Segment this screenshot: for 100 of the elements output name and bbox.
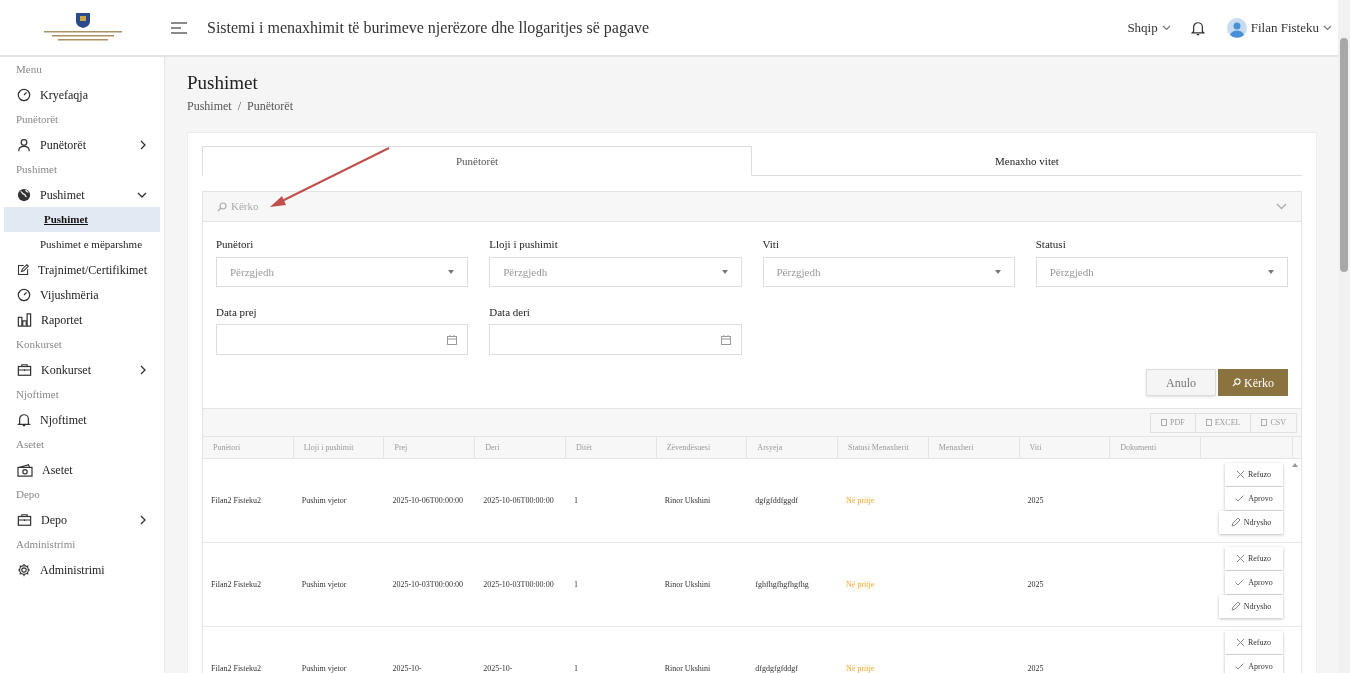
calendar-icon	[720, 334, 731, 345]
sidebar-section-label: Menu	[15, 62, 43, 77]
sidebar-section-label: Njoftimet	[15, 387, 60, 402]
caret-icon	[721, 270, 728, 274]
reject-button[interactable]: Refuzo	[1225, 463, 1283, 486]
tab[interactable]: Menaxho vitet	[752, 146, 1302, 176]
sidebar-item[interactable]: Administrimi	[0, 557, 164, 582]
caret-icon	[994, 270, 1001, 274]
table-cell-text: Pushim vjetor	[301, 578, 348, 591]
table-cell-text: Në pritje	[846, 494, 876, 507]
checkmark-icon	[1235, 579, 1245, 586]
language-dropdown[interactable]: Shqip	[1127, 17, 1171, 38]
sidebar-section-label: Asetet	[15, 437, 46, 452]
field-label: Lloji i pushimit	[489, 237, 559, 252]
sidebar-item[interactable]: Njoftimet	[0, 407, 164, 432]
sidebar-item[interactable]: Trajnimet/Certifikimet	[0, 257, 164, 282]
breadcrumb-link[interactable]: Pushimet	[187, 97, 232, 115]
chevron-down-icon	[1276, 203, 1287, 210]
chevron-down-icon	[1323, 24, 1332, 31]
user-menu[interactable]: Filan Fisteku	[1226, 17, 1332, 38]
table-cell-text: 2025-10-06T00:00:00	[392, 494, 465, 507]
table-cell-text: Pushim vjetor	[301, 494, 348, 507]
table-cell-text: 2025	[1027, 662, 1045, 673]
app-title: Sistemi i menaxhimit të burimeve njerëzore dhe llogaritjes së pagave	[207, 17, 650, 39]
cancel-button[interactable]: Anulo	[1146, 369, 1216, 396]
field-label: Punëtori	[216, 237, 255, 252]
field-label: Statusi	[1035, 237, 1067, 252]
field-label: Data deri	[489, 305, 531, 320]
sidebar-item[interactable]: Pushimet	[0, 182, 164, 207]
column-header: Dokumenti	[1110, 437, 1201, 459]
reject-button[interactable]: Refuzo	[1225, 547, 1283, 570]
date-field[interactable]	[216, 324, 469, 355]
table-cell-text: Në pritje	[846, 578, 876, 591]
column-header: Arsyeja	[747, 437, 839, 459]
table-cell-text: fghfhgfhgfhgfhg	[755, 578, 810, 591]
table-cell-text: Filan2 Fisteku2	[211, 494, 262, 507]
caret-icon	[448, 270, 455, 274]
tab[interactable]: Punëtorët	[202, 146, 752, 176]
date-field[interactable]	[489, 324, 742, 355]
sidebar-item[interactable]: Vijushmëria	[0, 282, 164, 307]
scrollbar-thumb[interactable]	[1340, 38, 1348, 272]
table-cell-text: Filan2 Fisteku2	[211, 578, 262, 591]
sidebar-item[interactable]: Raportet	[0, 307, 164, 332]
field-label: Data prej	[216, 305, 258, 320]
sidebar-section-label: Punëtorët	[15, 112, 60, 127]
file-icon	[1205, 419, 1212, 426]
sidebar-item[interactable]: Asetet	[0, 457, 164, 482]
column-header: Menaxheri	[928, 437, 1020, 459]
scroll-up-icon[interactable]	[1292, 463, 1298, 467]
field-label: Viti	[762, 237, 780, 252]
breadcrumb-link[interactable]: Punëtorët	[247, 97, 293, 115]
column-header: Viti	[1019, 437, 1111, 459]
column-header: Lloji i pushimit	[293, 437, 385, 459]
gauge-icon	[17, 287, 31, 302]
pencil-icon	[1230, 518, 1240, 527]
sidebar-section-label: Pushimet	[15, 162, 58, 177]
sidebar-item[interactable]: Kryefaqja	[0, 82, 164, 107]
sidebar-item[interactable]: Depo	[0, 507, 164, 532]
search-icon	[217, 201, 227, 212]
column-header: Prej	[384, 437, 476, 459]
table-cell-text: 1	[573, 662, 579, 673]
table-cell-text: Rinor Ukshini	[664, 662, 712, 673]
cash-icon	[17, 462, 33, 477]
chevron-right-icon	[139, 514, 147, 525]
chevron-down-icon	[137, 190, 147, 199]
table-cell-text: dfgdgfgfddgf	[755, 662, 799, 673]
chevron-right-icon	[139, 139, 147, 150]
table-cell-text: 1	[573, 494, 579, 507]
table-cell-text: 1	[573, 578, 579, 591]
page-scrollbar[interactable]	[1338, 0, 1350, 673]
approve-button[interactable]: Aprovo	[1225, 487, 1283, 510]
search-icon	[1232, 378, 1241, 387]
approve-button[interactable]: Aprovo	[1225, 655, 1283, 673]
edit-button[interactable]: Ndrysho	[1219, 595, 1283, 618]
table-cell-text: 2025-10-03T00:00:00	[392, 578, 465, 591]
sidebar-item[interactable]: Punëtorët	[0, 132, 164, 157]
sidebar-subitem[interactable]: Pushimet e mëparshme	[0, 232, 164, 257]
reject-button[interactable]: Refuzo	[1225, 631, 1283, 654]
table-cell-text: 2025-10-06T00:00:00	[483, 494, 555, 507]
chevron-down-icon	[1161, 24, 1171, 31]
gauge-icon	[17, 87, 31, 102]
approve-button[interactable]: Aprovo	[1225, 571, 1283, 594]
search-button[interactable]: Kërko	[1218, 369, 1288, 396]
table-cell-text: 2025	[1027, 494, 1045, 507]
table-cell-text: Pushim vjetor	[301, 662, 348, 673]
close-icon	[1236, 555, 1244, 562]
close-icon	[1236, 471, 1244, 478]
briefcase-icon	[17, 362, 32, 377]
sidebar-section-label: Depo	[15, 487, 41, 502]
settings-icon	[17, 562, 31, 577]
column-header: Statusi Menaxherit	[838, 437, 929, 459]
table-cell-text: Filan2 Fisteku2	[211, 662, 262, 673]
sidebar-item[interactable]: Konkurset	[0, 357, 164, 382]
menu-icon[interactable]	[171, 21, 187, 34]
table-cell-text: 2025-10-	[392, 662, 423, 673]
bell-icon	[17, 412, 31, 427]
notification-bell-icon[interactable]	[1190, 19, 1205, 36]
sidebar-subitem[interactable]: Pushimet	[4, 207, 160, 232]
edit-button[interactable]: Ndrysho	[1219, 511, 1283, 534]
close-icon	[1236, 639, 1244, 646]
